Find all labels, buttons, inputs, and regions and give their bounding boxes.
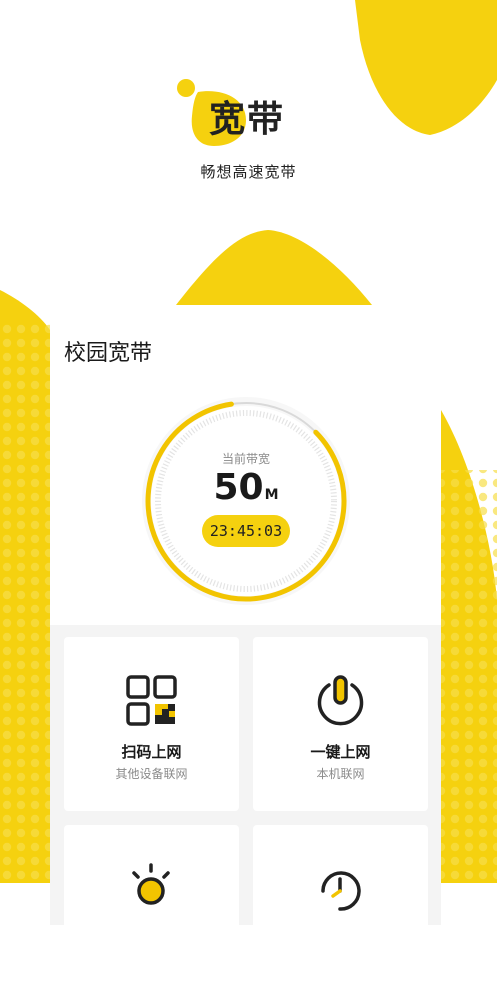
tile-sublabel: 本机联网 xyxy=(316,767,365,781)
card-title: 校园宽带 xyxy=(64,341,153,366)
logo-title: 宽带 xyxy=(209,99,286,140)
brand-header: 宽带 畅想高速宽带 xyxy=(0,0,497,200)
clock-icon xyxy=(321,871,361,911)
power-icon xyxy=(317,675,364,726)
lightbulb-icon xyxy=(132,863,170,905)
clock-tile[interactable] xyxy=(253,825,428,999)
broadband-card: 校园宽带 当前带宽 50M 23:45:03 扫码上网 其他设备联网 一键上网 … xyxy=(50,305,441,999)
tile-sublabel: 其他设备联网 xyxy=(115,767,188,781)
one-click-connect-tile[interactable]: 一键上网 本机联网 xyxy=(253,637,428,811)
tile-label: 扫码上网 xyxy=(121,743,182,761)
qr-code-icon xyxy=(126,675,177,726)
bandwidth-number: 50 xyxy=(213,467,264,508)
bandwidth-dial: 当前带宽 50M 23:45:03 xyxy=(140,395,352,607)
scan-to-connect-tile[interactable]: 扫码上网 其他设备联网 xyxy=(64,637,239,811)
action-grid: 扫码上网 其他设备联网 一键上网 本机联网 xyxy=(50,625,441,999)
online-timer: 23:45:03 xyxy=(202,515,290,547)
slogan: 畅想高速宽带 xyxy=(200,163,297,181)
bandwidth-label: 当前带宽 xyxy=(221,452,270,466)
lightbulb-tile[interactable] xyxy=(64,825,239,999)
bandwidth-unit: M xyxy=(264,487,279,503)
tile-label: 一键上网 xyxy=(310,743,371,761)
bandwidth-value: 50M xyxy=(140,467,352,508)
